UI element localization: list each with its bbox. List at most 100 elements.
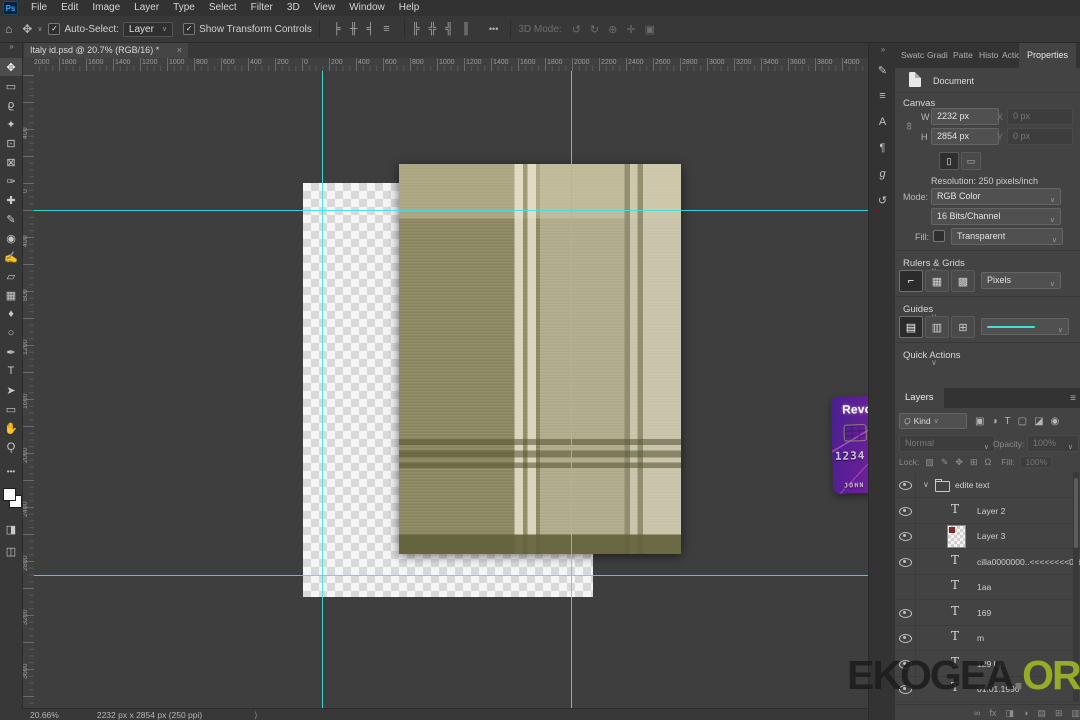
close-icon[interactable]: × [177, 45, 182, 55]
vertical-guide[interactable] [571, 71, 572, 708]
layer-row[interactable]: ∨edite text [895, 472, 1080, 498]
document-tab[interactable]: Italy id.psd @ 20.7% (RGB/16) * × [24, 42, 188, 58]
hand-tool[interactable]: ✋ [0, 419, 22, 437]
width-field[interactable]: 2232 px [931, 108, 999, 125]
healing-brush-tool[interactable]: ✚ [0, 191, 22, 209]
status-chevron-icon[interactable]: ⟩ [254, 710, 257, 720]
delete-layer-icon[interactable]: ▥ [1071, 708, 1080, 719]
menu-window[interactable]: Window [342, 0, 392, 16]
filter-adjustment-layers-icon[interactable]: ◑ [991, 416, 997, 427]
menu-layer[interactable]: Layer [127, 0, 166, 16]
lock-image-icon[interactable]: ✎ [941, 457, 949, 468]
visibility-eye-icon[interactable] [895, 498, 916, 523]
clone-stamp-tool[interactable]: ◉ [0, 229, 22, 247]
layer-effects-icon[interactable]: fx [989, 708, 996, 718]
height-field[interactable]: 2854 px [931, 128, 999, 145]
horizontal-guide[interactable] [34, 210, 868, 211]
visibility-eye-icon[interactable] [895, 472, 916, 497]
fill-checkbox[interactable] [933, 230, 945, 242]
menu-edit[interactable]: Edit [54, 0, 85, 16]
foreground-background-swatches[interactable] [1, 488, 23, 508]
grid-toggle-icon[interactable]: ▦ [925, 270, 949, 292]
link-layers-icon[interactable]: ∞ [974, 708, 980, 718]
move-tool-options-icon[interactable]: ✥ [17, 22, 37, 36]
snap-toggle-icon[interactable]: ▩ [951, 270, 975, 292]
filter-kind-dropdown[interactable]: Ǫ Kind ∨ [899, 413, 967, 429]
visibility-eye-icon[interactable] [895, 625, 916, 650]
canvas-section-header[interactable]: ∨Canvas [903, 98, 935, 109]
align-top-icon[interactable]: ≡ [383, 23, 389, 35]
rulers-toggle-icon[interactable]: ⌐ [899, 270, 923, 292]
menu-file[interactable]: File [24, 0, 54, 16]
lock-all-icon[interactable]: Ω [984, 457, 991, 468]
dodge-tool[interactable]: ○ [0, 324, 22, 342]
move-tool[interactable]: ✥ [0, 58, 22, 76]
document-viewport[interactable]: Revolut 1234 5678 9012 3456 VALID FROM 0… [34, 71, 868, 708]
brush-tool[interactable]: ✎ [0, 210, 22, 228]
distribute-center-icon[interactable]: ╬ [429, 23, 437, 35]
tab-layers[interactable]: Layers [895, 388, 944, 408]
lock-transparency-icon[interactable]: ▨ [925, 457, 934, 468]
home-icon[interactable]: ⌂ [0, 22, 17, 36]
lock-guides-icon[interactable]: ▥ [925, 316, 949, 338]
visibility-eye-icon[interactable] [895, 523, 916, 548]
bit-depth-dropdown[interactable]: 16 Bits/Channel∨ [931, 208, 1061, 225]
align-left-icon[interactable]: ╞ [333, 23, 341, 35]
layer-row[interactable]: T1aa [895, 574, 1080, 600]
menu-type[interactable]: Type [166, 0, 202, 16]
frame-tool[interactable]: ⊠ [0, 153, 22, 171]
type-tool[interactable]: T [0, 362, 22, 380]
guides-toggle-icon[interactable]: ▤ [899, 316, 923, 338]
lock-position-icon[interactable]: ✥ [955, 457, 963, 468]
screen-mode-icon[interactable]: ◫ [0, 542, 22, 560]
adjustment-layer-icon[interactable]: ◑ [1023, 708, 1028, 718]
group-expand-chevron[interactable]: ∨ [923, 480, 929, 489]
brushes-panel-icon[interactable]: ✎ [869, 60, 896, 80]
menu-3d[interactable]: 3D [280, 0, 307, 16]
auto-select-checkbox[interactable]: ✓ [48, 23, 60, 35]
move-tool-caret-icon[interactable]: ∨ [37, 25, 42, 33]
pen-tool[interactable]: ✒ [0, 343, 22, 361]
layer-row[interactable]: Tcilla0000000..<<<<<<<<0 d [895, 549, 1080, 575]
panel-menu-icon[interactable]: ≡ [1070, 393, 1076, 404]
tab-properties[interactable]: Properties [1019, 42, 1076, 68]
path-select-tool[interactable]: ➤ [0, 381, 22, 399]
layer-row[interactable]: T169 [895, 600, 1080, 626]
menu-select[interactable]: Select [202, 0, 244, 16]
history-panel-icon[interactable]: ↺ [869, 190, 896, 210]
quick-mask-icon[interactable]: ◨ [0, 520, 22, 538]
blur-tool[interactable]: ♦ [0, 305, 22, 323]
align-center-icon[interactable]: ╫ [350, 23, 358, 35]
tab-swatc[interactable]: Swatc [901, 50, 924, 60]
visibility-eye-icon[interactable] [895, 600, 916, 625]
brush-settings-panel-icon[interactable]: ≡ [869, 86, 896, 106]
lasso-tool[interactable]: ϱ [0, 96, 22, 114]
new-guide-layout-icon[interactable]: ⊞ [951, 316, 975, 338]
filter-pixel-layers-icon[interactable]: ▣ [975, 416, 984, 427]
character-panel-icon[interactable]: A [869, 112, 896, 132]
rectangle-tool[interactable]: ▭ [0, 400, 22, 418]
menu-help[interactable]: Help [392, 0, 427, 16]
auto-select-dropdown[interactable]: Layer ∨ [123, 22, 173, 37]
color-mode-dropdown[interactable]: RGB Color∨ [931, 188, 1061, 205]
guides-section-header[interactable]: ∨Guides [903, 304, 933, 315]
show-transform-controls-checkbox[interactable]: ✓ [183, 23, 195, 35]
filter-toggle-icon[interactable]: ◉ [1051, 416, 1060, 427]
foreground-color-swatch[interactable] [3, 488, 16, 501]
zoom-tool[interactable]: Ǫ [0, 438, 22, 456]
new-group-icon[interactable]: ▤ [1037, 708, 1046, 719]
marquee-tool[interactable]: ▭ [0, 77, 22, 95]
history-brush-tool[interactable]: ✍ [0, 248, 22, 266]
menu-filter[interactable]: Filter [244, 0, 280, 16]
distribute-right-icon[interactable]: ╣ [445, 23, 453, 35]
filter-smart-objects-icon[interactable]: ◪ [1034, 416, 1043, 427]
vertical-guide[interactable] [322, 71, 323, 708]
eraser-tool[interactable]: ▱ [0, 267, 22, 285]
layer-row[interactable]: Tm [895, 625, 1080, 651]
more-options-icon[interactable]: ••• [484, 24, 503, 34]
collapse-strip-icon[interactable]: » [869, 45, 896, 54]
tab-histo[interactable]: Histo [979, 50, 998, 60]
menu-view[interactable]: View [307, 0, 343, 16]
landscape-orientation-button[interactable]: ▭ [961, 152, 981, 170]
visibility-eye-icon[interactable] [895, 549, 916, 574]
